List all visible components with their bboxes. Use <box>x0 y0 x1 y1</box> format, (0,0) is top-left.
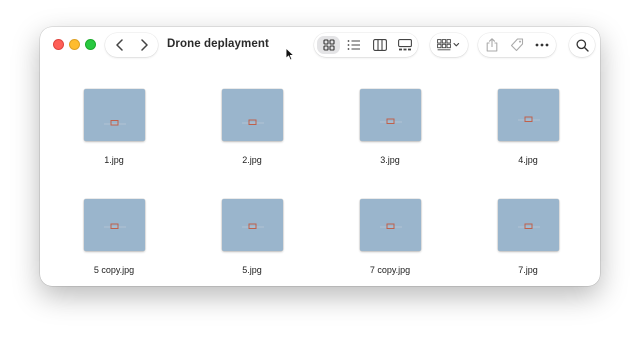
file-item[interactable]: 2.jpg <box>202 65 302 165</box>
image-thumbnail <box>222 199 283 251</box>
file-icon-grid: 1.jpg 2.jpg 3.jpg 4.jpg 5 copy.jpg 5.jpg… <box>40 65 600 286</box>
share-icon <box>486 38 498 52</box>
drone-image <box>518 223 540 229</box>
group-by-icon <box>437 39 460 51</box>
view-mode-group <box>314 33 418 57</box>
forward-button[interactable] <box>133 33 155 57</box>
column-view-button[interactable] <box>368 33 392 57</box>
image-thumbnail <box>84 89 145 141</box>
actions-group <box>478 33 556 57</box>
file-item[interactable]: 7.jpg <box>478 175 578 275</box>
file-item[interactable]: 3.jpg <box>340 65 440 165</box>
zoom-window-button[interactable] <box>85 39 96 50</box>
ellipsis-icon <box>535 43 549 47</box>
gallery-icon <box>398 39 412 51</box>
file-name: 3.jpg <box>380 155 400 165</box>
file-name: 7.jpg <box>518 265 538 275</box>
drone-image <box>242 223 264 229</box>
tag-button[interactable] <box>505 33 529 57</box>
toolbar: Drone deplayment <box>40 27 600 65</box>
drone-image <box>104 120 126 126</box>
share-button[interactable] <box>480 33 504 57</box>
search-button[interactable] <box>569 33 595 57</box>
file-name: 2.jpg <box>242 155 262 165</box>
grid-icon <box>322 39 335 51</box>
search-icon <box>575 38 589 52</box>
mouse-pointer-icon <box>285 47 295 61</box>
drone-image <box>380 223 402 229</box>
image-thumbnail <box>498 199 559 251</box>
drone-image <box>104 223 126 229</box>
close-window-button[interactable] <box>53 39 64 50</box>
list-icon <box>347 40 360 50</box>
file-item[interactable]: 4.jpg <box>478 65 578 165</box>
drone-image <box>380 118 402 124</box>
minimize-window-button[interactable] <box>69 39 80 50</box>
file-name: 5.jpg <box>242 265 262 275</box>
tag-icon <box>510 38 524 52</box>
navigation-group <box>105 33 158 57</box>
file-item[interactable]: 5.jpg <box>202 175 302 275</box>
file-name: 4.jpg <box>518 155 538 165</box>
more-actions-button[interactable] <box>530 33 554 57</box>
file-item[interactable]: 1.jpg <box>64 65 164 165</box>
gallery-view-button[interactable] <box>393 33 417 57</box>
file-item[interactable]: 5 copy.jpg <box>64 175 164 275</box>
image-thumbnail <box>222 89 283 141</box>
back-button[interactable] <box>109 33 131 57</box>
chevron-right-icon <box>141 39 148 51</box>
file-name: 7 copy.jpg <box>369 265 411 275</box>
image-thumbnail <box>360 199 421 251</box>
window-title: Drone deplayment <box>167 38 269 50</box>
columns-icon <box>373 39 387 51</box>
group-by-button[interactable] <box>430 33 468 57</box>
drone-image <box>518 116 540 122</box>
chevron-left-icon <box>116 39 123 51</box>
file-name: 1.jpg <box>104 155 124 165</box>
image-thumbnail <box>84 199 145 251</box>
icon-view-button[interactable] <box>317 36 340 54</box>
finder-window: Drone deplayment 1.jpg 2.jpg 3.jpg 4.jpg… <box>40 27 600 286</box>
group-by-control[interactable] <box>433 33 465 57</box>
drone-image <box>242 119 264 125</box>
image-thumbnail <box>360 89 421 141</box>
search-control[interactable] <box>569 33 595 57</box>
file-item[interactable]: 7 copy.jpg <box>340 175 440 275</box>
list-view-button[interactable] <box>342 33 366 57</box>
file-name: 5 copy.jpg <box>93 265 135 275</box>
image-thumbnail <box>498 89 559 141</box>
